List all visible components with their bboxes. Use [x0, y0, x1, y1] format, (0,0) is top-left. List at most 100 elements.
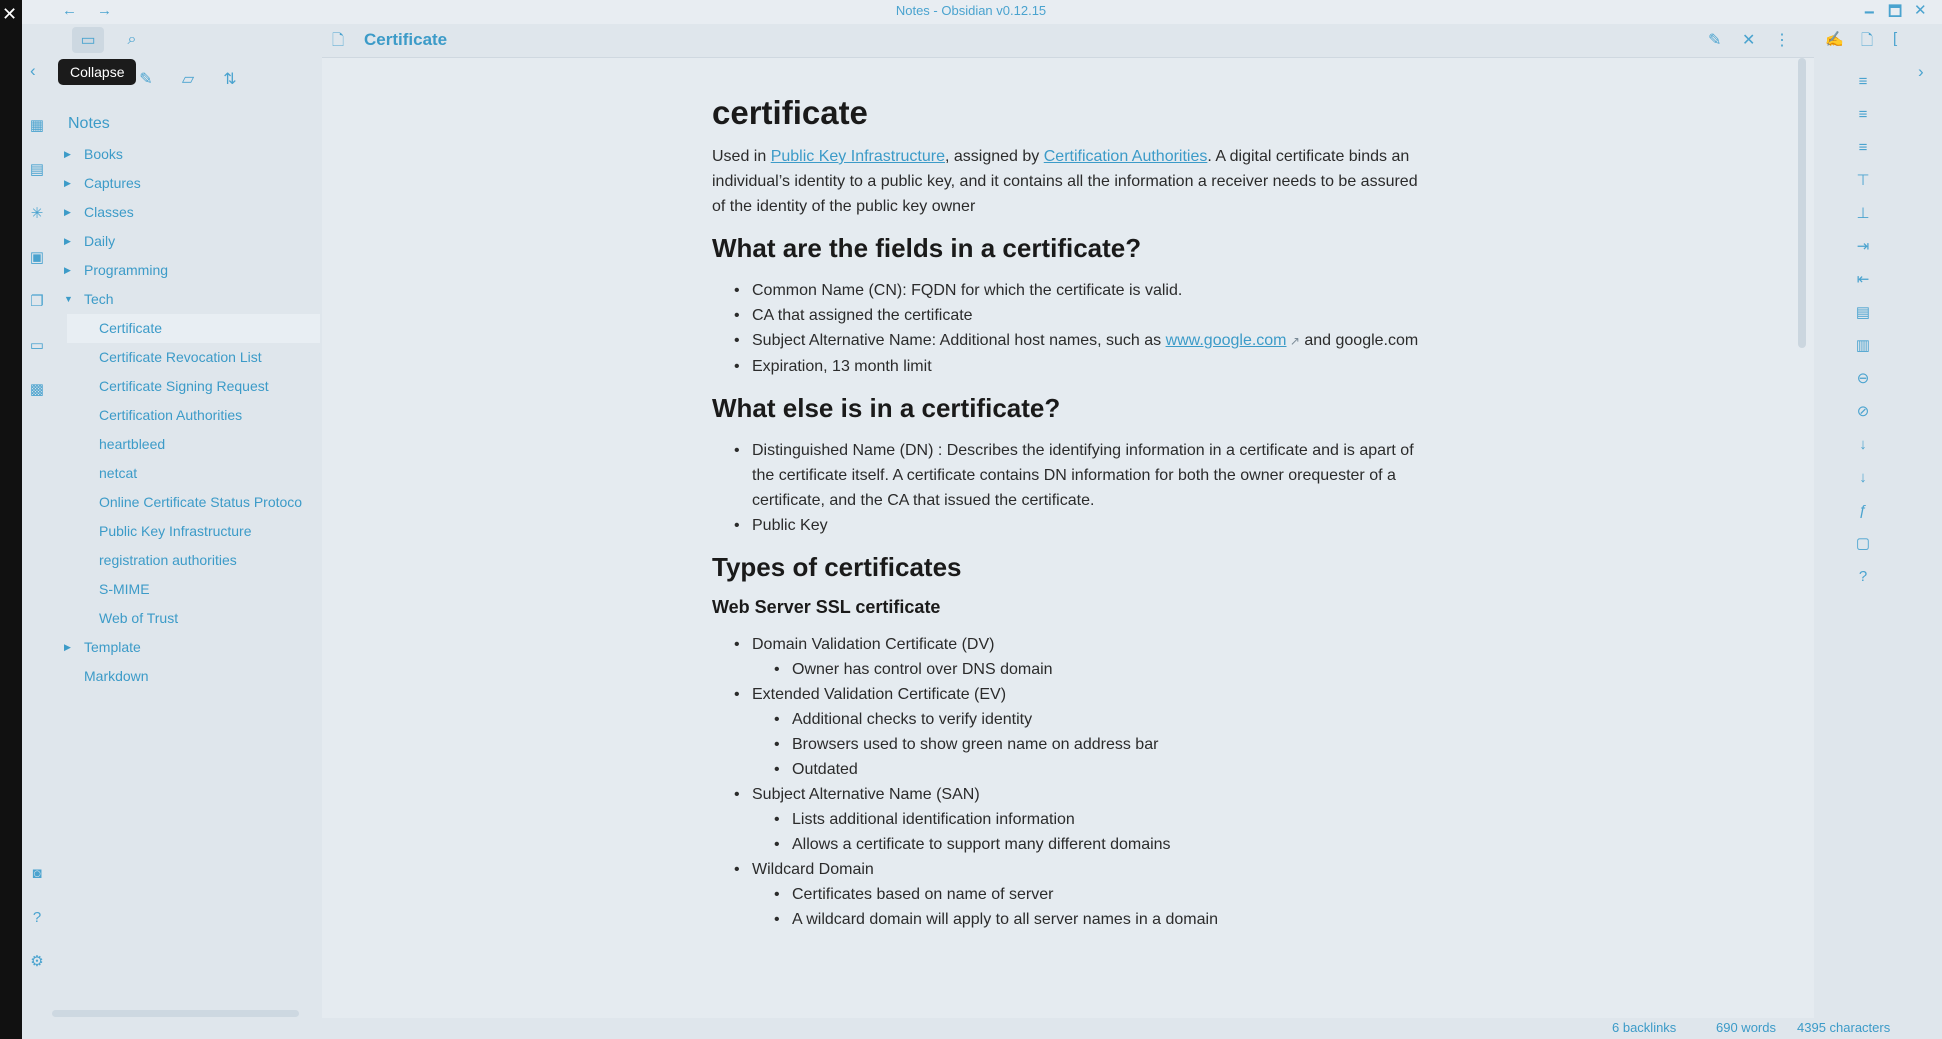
- panel-icon[interactable]: [: [1893, 30, 1897, 47]
- file-public-key-infrastructure[interactable]: Public Key Infrastructure: [52, 517, 320, 546]
- editor-pane: 🗋 Certificate ✎ ✕ ⋮ certificate Used in …: [322, 24, 1814, 1024]
- formula-icon[interactable]: ƒ: [1851, 499, 1875, 523]
- folder-classes[interactable]: ▶ Classes: [52, 198, 320, 227]
- settings-icon[interactable]: ⚙: [27, 952, 47, 972]
- folder-template[interactable]: ▶ Template: [52, 633, 320, 662]
- delete-column-icon[interactable]: ⊘: [1851, 400, 1875, 424]
- collapse-tooltip: Collapse: [58, 59, 137, 85]
- note-icon[interactable]: ▤: [27, 160, 47, 180]
- expand-triangle-icon: ▶: [64, 149, 71, 159]
- file-s-mime[interactable]: S-MIME: [52, 575, 320, 604]
- insert-column-after-icon[interactable]: ⇥: [1851, 235, 1875, 259]
- pane-header: 🗋 Certificate ✎ ✕ ⋮: [322, 24, 1814, 58]
- folder-tech[interactable]: ▼ Tech: [52, 285, 320, 314]
- delete-row-icon[interactable]: ⊖: [1851, 367, 1875, 391]
- pin-icon[interactable]: ✍: [1825, 30, 1844, 48]
- copy-icon[interactable]: ❐: [27, 292, 47, 312]
- file-certification-authorities[interactable]: Certification Authorities: [52, 401, 320, 430]
- expand-triangle-icon: ▶: [64, 178, 71, 188]
- file-registration-authorities[interactable]: registration authorities: [52, 546, 320, 575]
- expand-triangle-icon: ▶: [64, 265, 71, 275]
- insert-row-below-icon[interactable]: ⊤: [1851, 169, 1875, 193]
- align-right-icon[interactable]: ≡: [1851, 136, 1875, 160]
- list-item: Subject Alternative Name: Additional hos…: [712, 328, 1432, 354]
- link-public-key-infrastructure[interactable]: Public Key Infrastructure: [771, 148, 945, 165]
- list-item: Owner has control over DNS domain: [712, 657, 1432, 682]
- list-item: Subject Alternative Name (SAN): [712, 782, 1432, 807]
- collapse-triangle-icon: ▼: [64, 294, 73, 304]
- help-icon[interactable]: ?: [27, 908, 47, 928]
- vault-name[interactable]: Notes: [68, 115, 110, 133]
- folder-captures[interactable]: ▶ Captures: [52, 169, 320, 198]
- folder-daily[interactable]: ▶ Daily: [52, 227, 320, 256]
- file-certificate-signing-request[interactable]: Certificate Signing Request: [52, 372, 320, 401]
- note-title: certificate: [712, 94, 868, 131]
- table-icon[interactable]: ▦: [27, 116, 47, 136]
- types-list: Domain Validation Certificate (DV) Owner…: [712, 632, 1432, 932]
- link-certification-authorities[interactable]: Certification Authorities: [1044, 148, 1208, 165]
- align-center-icon[interactable]: ≡: [1851, 103, 1875, 127]
- external-link-icon: ↗: [1286, 334, 1300, 348]
- backlinks-count[interactable]: 6 backlinks: [1612, 1020, 1676, 1035]
- csv-icon[interactable]: ▢: [1851, 532, 1875, 556]
- file-tree: ▶ Books ▶ Captures ▶ Classes ▶ Daily ▶ Progra…: [52, 140, 320, 691]
- pane-title[interactable]: Certificate: [364, 30, 447, 50]
- list-item: Public Key: [712, 513, 1432, 538]
- file-heartbleed[interactable]: heartbleed: [52, 430, 320, 459]
- list-item: Extended Validation Certificate (EV): [712, 682, 1432, 707]
- insert-row-above-icon[interactable]: ⊥: [1851, 202, 1875, 226]
- search-tab-icon[interactable]: ⌕: [116, 27, 148, 53]
- expand-triangle-icon: ▶: [64, 207, 71, 217]
- table-columns-icon[interactable]: ▥: [1851, 334, 1875, 358]
- table-rows-icon[interactable]: ▤: [1851, 301, 1875, 325]
- folder-programming[interactable]: ▶ Programming: [52, 256, 320, 285]
- file-icon[interactable]: 🗋: [1861, 30, 1873, 55]
- file-web-of-trust[interactable]: Web of Trust: [52, 604, 320, 633]
- files-tab-icon[interactable]: ▭: [72, 27, 104, 53]
- calendar-icon[interactable]: ▣: [27, 248, 47, 268]
- editor-scrollbar[interactable]: [1798, 58, 1806, 348]
- expand-triangle-icon: ▶: [64, 236, 71, 246]
- file-certificate[interactable]: Certificate: [67, 314, 320, 343]
- edit-icon[interactable]: ✎: [1708, 30, 1721, 50]
- sort-az-icon[interactable]: ↓: [1851, 433, 1875, 457]
- graph-icon[interactable]: ✳: [27, 204, 47, 224]
- grid-icon[interactable]: ▩: [27, 380, 47, 400]
- list-item: Lists additional identification informat…: [712, 807, 1432, 832]
- minimize-button[interactable]: 🗕: [1864, 1, 1875, 26]
- list-item: Allows a certificate to support many dif…: [712, 832, 1432, 857]
- expand-right-icon[interactable]: ›: [1918, 62, 1924, 82]
- list-item: Common Name (CN): FQDN for which the cer…: [712, 278, 1432, 303]
- sort-icon[interactable]: ⇅: [214, 66, 246, 92]
- list-item: CA that assigned the certificate: [712, 303, 1432, 328]
- list-item: Certificates based on name of server: [712, 882, 1432, 907]
- close-button[interactable]: ✕: [1914, 1, 1927, 19]
- right-sidebar: ✍ 🗋 [ ≡ ≡ ≡ ⊤ ⊥ ⇥ ⇤ ▤ ▥ ⊖ ⊘ ↓ ↓ ƒ ▢ ?: [1815, 24, 1912, 1024]
- folder-books[interactable]: ▶ Books: [52, 140, 320, 169]
- sidebar-scrollbar[interactable]: [52, 1010, 299, 1017]
- link-google[interactable]: www.google.com: [1166, 332, 1287, 349]
- new-folder-icon[interactable]: ▱: [172, 66, 204, 92]
- file-markdown[interactable]: Markdown: [52, 662, 320, 691]
- align-left-icon[interactable]: ≡: [1851, 70, 1875, 94]
- maximize-button[interactable]: 🗖: [1888, 1, 1902, 26]
- collapse-icon[interactable]: ‹: [30, 61, 36, 81]
- slides-icon[interactable]: ▭: [27, 336, 47, 356]
- close-icon[interactable]: ✕: [2, 4, 17, 25]
- note-content: certificate Used in Public Key Infrastru…: [712, 94, 1432, 940]
- close-pane-icon[interactable]: ✕: [1742, 30, 1755, 50]
- insert-column-before-icon[interactable]: ⇤: [1851, 268, 1875, 292]
- more-options-icon[interactable]: ⋮: [1774, 30, 1790, 50]
- sort-za-icon[interactable]: ↓: [1851, 466, 1875, 490]
- file-netcat[interactable]: netcat: [52, 459, 320, 488]
- file-ocsp[interactable]: Online Certificate Status Protoco: [52, 488, 320, 517]
- character-count: 4395 characters: [1797, 1020, 1891, 1035]
- list-item: Wildcard Domain: [712, 857, 1432, 882]
- publish-icon[interactable]: ◙: [27, 864, 47, 884]
- list-item: Browsers used to show green name on addr…: [712, 732, 1432, 757]
- file-certificate-revocation-list[interactable]: Certificate Revocation List: [52, 343, 320, 372]
- help-circle-icon[interactable]: ?: [1851, 565, 1875, 589]
- heading-web-server: Web Server SSL certificate: [712, 597, 941, 617]
- intro-paragraph: Used in Public Key Infrastructure, assig…: [712, 148, 1418, 215]
- list-item: Distinguished Name (DN) : Describes the …: [712, 438, 1432, 513]
